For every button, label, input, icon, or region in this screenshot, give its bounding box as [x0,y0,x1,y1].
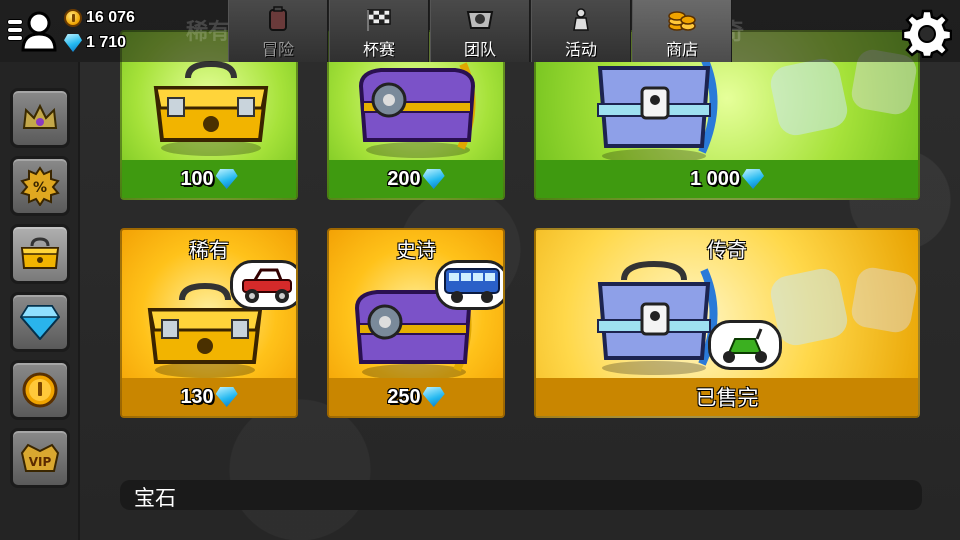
card-title: 传奇 [707,238,747,262]
section-header-gems: 宝石 [120,480,922,510]
vip-icon: VIP [20,443,60,472]
settings-button[interactable] [901,8,953,59]
gem-icon [215,169,238,189]
gem-balance: 1 710 [64,33,126,53]
crown-icon [22,103,58,129]
coin-stack-icon [668,11,696,31]
tab-shop[interactable]: 商店 [632,0,732,62]
price-label: 1 000 [689,167,741,190]
sidebar-item-discount[interactable]: % [10,156,70,216]
profile-button[interactable] [6,8,58,54]
main-tabs: 冒险 杯赛 团队 活动 商店 [228,0,733,62]
tab-team[interactable]: 团队 [430,0,530,62]
gold-chest-icon [153,60,269,156]
price-label: 200 [387,167,421,190]
svg-text:%: % [33,180,47,196]
status-footer: 已售完 [536,378,918,416]
user-avatar-icon [21,11,57,52]
gem-icon [422,387,445,407]
vehicle-badge-bus [435,260,503,310]
tab-events[interactable]: 活动 [531,0,631,62]
shop-card-epic[interactable]: 史诗 250 [327,228,505,418]
scrolled-card-title: 稀有 [186,20,231,45]
coin-icon [64,9,82,27]
sold-out-label: 已售完 [695,386,759,410]
sidebar-item-crown[interactable] [10,88,70,148]
vehicle-badge-scooter [708,320,782,370]
gem-icon [20,305,60,340]
shop-category-sidebar: % VIP [0,62,80,540]
legendary-chest-icon [597,56,718,163]
gem-icon [64,34,82,52]
coin-icon [22,372,58,408]
sidebar-item-vip[interactable]: VIP [10,428,70,488]
team-emblem-icon [466,11,494,29]
green-scooter-icon [723,328,767,363]
discount-badge-icon: % [20,166,60,206]
checkered-flag-icon [367,9,391,31]
tab-label: 活动 [564,40,597,59]
legendary-chest-icon [597,260,718,375]
sidebar-item-chests[interactable] [10,224,70,284]
tab-label: 商店 [665,40,698,59]
price-footer: 200 [329,160,503,198]
coin-balance: 16 076 [64,8,135,28]
sidebar-item-coins[interactable] [10,360,70,420]
blue-bus-icon [444,268,500,303]
gear-icon [901,9,953,59]
card-title: 稀有 [189,238,229,262]
price-footer: 100 [122,160,296,198]
mystery-card-icon [767,55,851,139]
sidebar-item-gems[interactable] [10,292,70,352]
tab-label: 冒险 [261,40,294,59]
shop-card-rare[interactable]: 稀有 130 [120,228,298,418]
card-title: 史诗 [396,238,436,262]
tab-label: 团队 [463,40,496,59]
section-title: 宝石 [134,486,176,510]
gem-count: 1 710 [86,34,127,51]
top-bar: 16 076 1 710 稀有 传奇 冒险 杯赛 [0,0,960,62]
tab-label: 杯赛 [362,40,395,59]
chest-icon [20,237,60,269]
price-footer: 1 000 [536,160,918,198]
price-label: 250 [387,385,421,408]
fuel-can-icon [269,6,287,31]
price-label: 100 [180,167,214,190]
tab-adventure[interactable]: 冒险 [228,0,328,62]
vehicle-badge-jeep [230,260,296,310]
price-footer: 250 [329,378,503,416]
event-thumbs-icon [573,8,589,31]
price-label: 130 [180,385,214,408]
gem-icon [215,387,238,407]
purple-chest-icon [358,62,476,158]
red-jeep-icon [242,268,292,303]
shop-card-legendary[interactable]: 传奇 已售完 [534,228,920,418]
svg-text:VIP: VIP [29,455,52,469]
mystery-card-icon [849,265,918,335]
tab-cups[interactable]: 杯赛 [329,0,429,62]
gem-icon [422,169,445,189]
price-footer: 130 [122,378,296,416]
gem-icon [742,169,765,189]
coin-count: 16 076 [86,9,135,26]
